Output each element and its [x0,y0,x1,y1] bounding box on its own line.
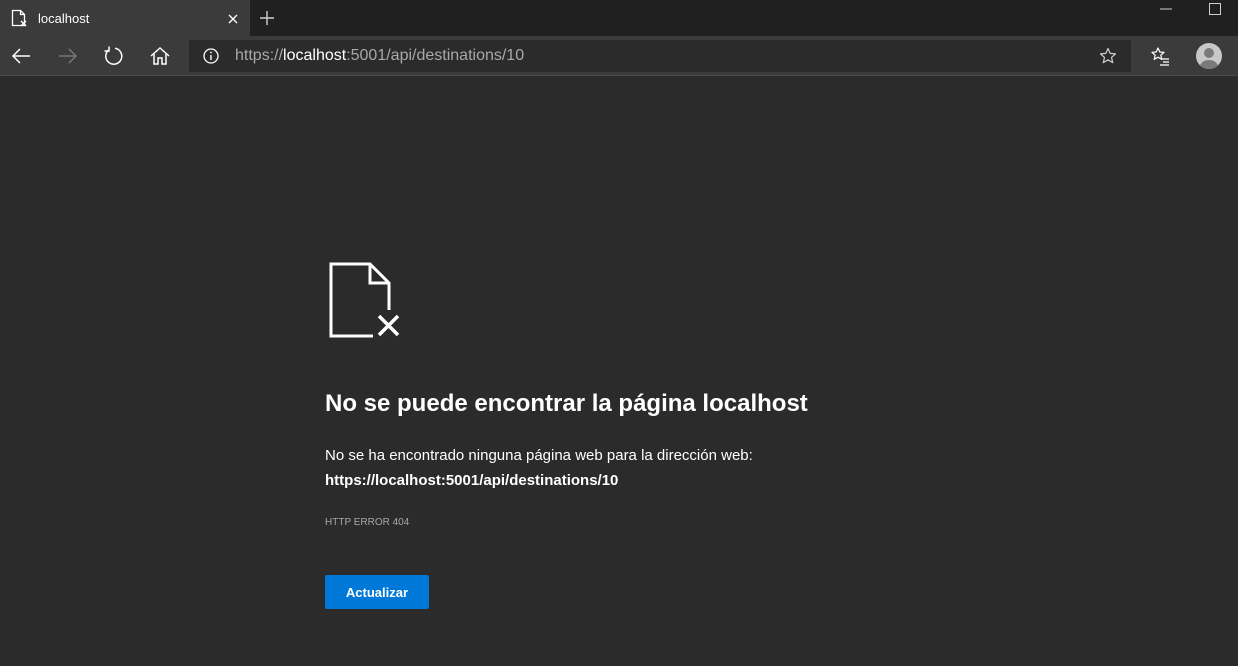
back-arrow-icon[interactable] [9,44,33,68]
info-icon[interactable] [203,48,219,64]
tab-strip: localhost [0,0,1238,36]
refresh-button[interactable]: Actualizar [325,575,429,609]
page-title: No se puede encontrar la página localhos… [325,390,808,417]
page-error-icon [11,9,27,27]
page-not-found-icon [329,262,401,338]
url-scheme: https:// [235,47,284,64]
error-description: No se ha encontrado ninguna página web p… [325,447,753,464]
avatar[interactable] [1196,43,1222,69]
forward-arrow-icon[interactable] [56,44,80,68]
tab-localhost[interactable]: localhost [0,0,250,36]
url-path: :5001/api/destinations/10 [346,47,525,64]
close-icon[interactable] [226,12,240,26]
refresh-icon[interactable] [101,44,125,68]
home-icon[interactable] [148,44,172,68]
error-url: https://localhost:5001/api/destinations/… [325,472,619,489]
navigation-bar: https://localhost:5001/api/destinations/… [0,36,1238,76]
favorites-list-icon[interactable] [1150,46,1170,66]
maximize-icon[interactable] [1209,3,1221,15]
url-text[interactable]: https://localhost:5001/api/destinations/… [235,47,524,65]
minimize-icon[interactable] [1160,8,1172,10]
url-host: localhost [283,47,347,64]
star-icon[interactable] [1099,47,1117,65]
address-bar[interactable]: https://localhost:5001/api/destinations/… [189,40,1131,72]
error-code: HTTP ERROR 404 [325,517,410,528]
plus-icon[interactable] [258,9,276,27]
tab-title: localhost [38,11,90,26]
